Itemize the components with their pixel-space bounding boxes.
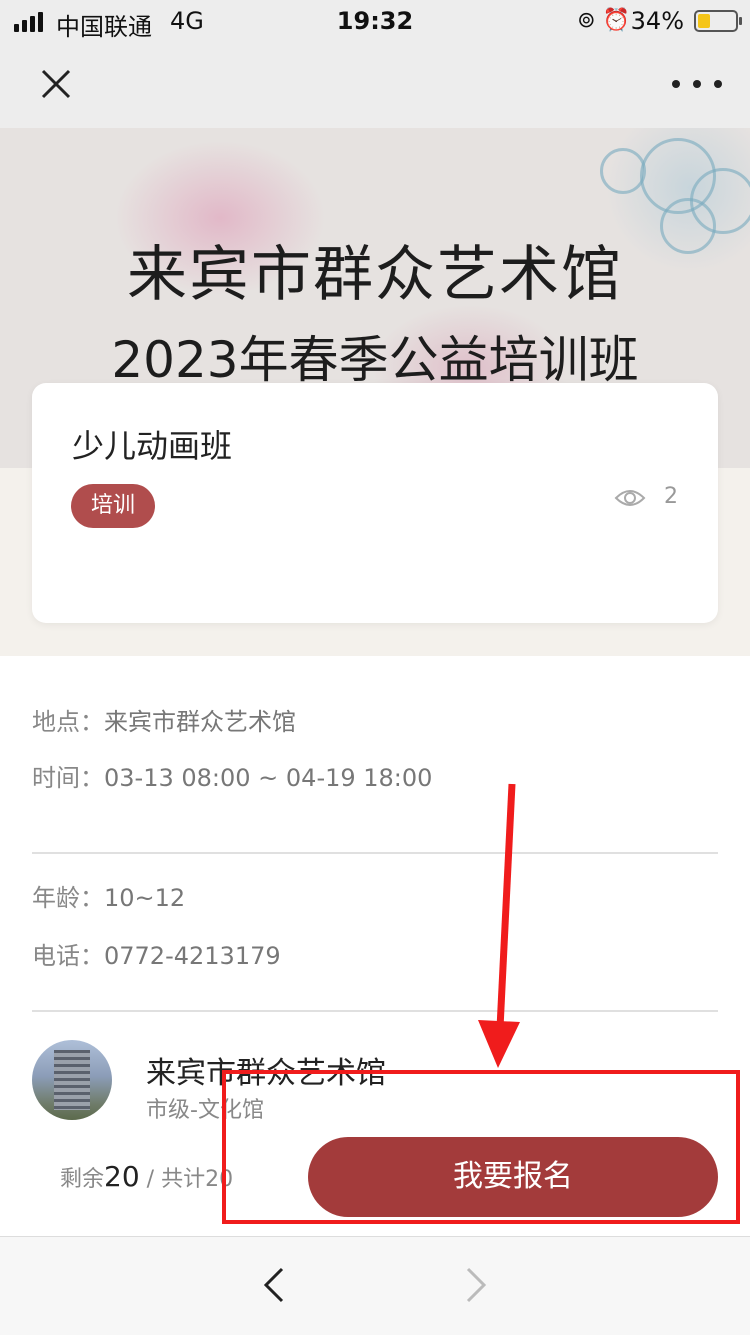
phone-label: 电话： (32, 942, 104, 970)
phone-value[interactable]: 0772-4213179 (104, 942, 281, 970)
divider (32, 1010, 718, 1012)
back-arrow-icon[interactable] (256, 1265, 292, 1305)
course-card: 少儿动画班 培训 2 (32, 383, 718, 623)
remaining-count: 20 (104, 1160, 140, 1193)
age-label: 年龄： (32, 884, 104, 912)
nav-bar (0, 44, 750, 128)
time-row: 时间：03-13 08:00 ~ 04-19 18:00 (32, 758, 432, 793)
phone-row[interactable]: 电话：0772-4213179 (32, 936, 281, 971)
alarm-lock-icons: ⊚ ⏰ (577, 8, 630, 33)
total-label: 共计 (161, 1167, 206, 1192)
time-value: 03-13 08:00 ~ 04-19 18:00 (104, 764, 433, 792)
bottom-toolbar (0, 1236, 750, 1335)
battery-icon (694, 10, 742, 32)
category-tag: 培训 (71, 484, 155, 528)
remaining-label: 剩余 (60, 1167, 105, 1192)
more-icon (672, 80, 680, 88)
location-value: 来宾市群众艺术馆 (104, 708, 296, 736)
location-row: 地点：来宾市群众艺术馆 (32, 702, 296, 737)
more-button[interactable] (672, 72, 722, 96)
battery-percent: 34% (630, 7, 684, 35)
close-icon (41, 69, 71, 99)
status-bar: 中国联通 4G 19:32 ⊚ ⏰ 34% (0, 0, 750, 44)
age-value: 10~12 (104, 884, 186, 912)
organizer-avatar[interactable] (32, 1040, 112, 1120)
location-label: 地点： (32, 708, 104, 736)
eye-icon (614, 490, 646, 506)
quota-separator: / (146, 1167, 155, 1192)
close-button[interactable] (36, 64, 76, 104)
time-label: 时间： (32, 764, 104, 792)
divider (32, 852, 718, 854)
banner-subtitle: 2023年春季公益培训班 (111, 331, 639, 389)
banner-title: 来宾市群众艺术馆 (127, 240, 623, 310)
age-row: 年龄：10~12 (32, 878, 185, 913)
highlight-box (222, 1070, 740, 1224)
annotation-arrow-icon (478, 783, 520, 1068)
course-title: 少儿动画班 (72, 427, 233, 465)
view-count: 2 (664, 484, 678, 509)
quota-info: 剩余20 / 共计20 (60, 1160, 233, 1193)
forward-arrow-icon[interactable] (458, 1265, 494, 1305)
